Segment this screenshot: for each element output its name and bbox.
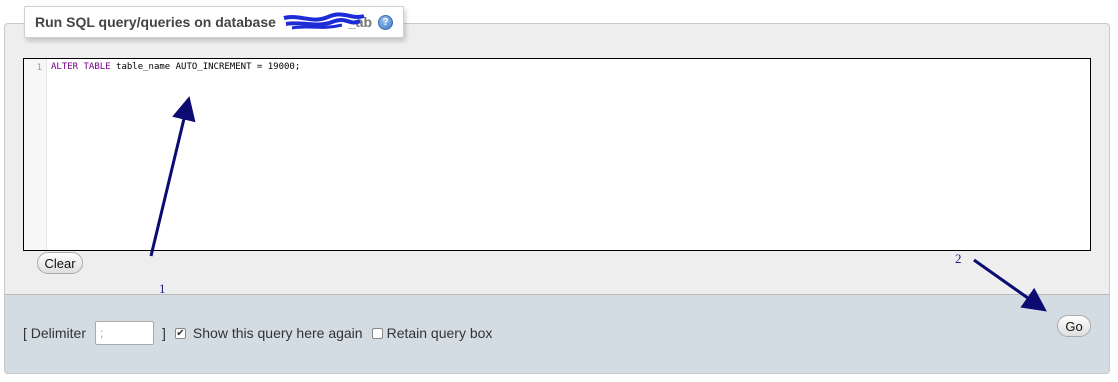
code-line[interactable]: ALTER TABLE table_name AUTO_INCREMENT = …: [51, 62, 300, 72]
retain-query-label[interactable]: Retain query box: [387, 325, 493, 341]
delimiter-close: ]: [162, 325, 166, 341]
sql-editor[interactable]: 1 ALTER TABLE table_name AUTO_INCREMENT …: [23, 58, 1091, 251]
show-query-label[interactable]: Show this query here again: [193, 325, 363, 341]
clear-button[interactable]: Clear: [37, 252, 83, 274]
sql-keyword: ALTER: [51, 62, 79, 72]
panel-title-text: Run SQL query/queries on database: [35, 14, 276, 30]
retain-query-checkbox[interactable]: [371, 327, 383, 339]
annotation-label-1: 1: [159, 281, 166, 296]
annotation-label-2: 2: [955, 251, 962, 266]
help-icon[interactable]: ?: [378, 14, 394, 30]
sql-keyword: TABLE: [83, 62, 111, 72]
line-number: 1: [36, 63, 42, 73]
sql-text: table_name AUTO_INCREMENT = 19000;: [110, 62, 301, 72]
delimiter-label: [ Delimiter: [23, 325, 87, 341]
query-options: [ Delimiter ] ✔ Show this query here aga…: [23, 321, 492, 345]
delimiter-input[interactable]: [95, 321, 155, 345]
go-button[interactable]: Go: [1057, 315, 1091, 337]
redacted-database-name: [282, 12, 365, 30]
editor-gutter: 1: [24, 59, 47, 250]
panel-title: Run SQL query/queries on database _ab ?: [24, 6, 405, 38]
show-query-checkbox[interactable]: ✔: [174, 327, 186, 339]
